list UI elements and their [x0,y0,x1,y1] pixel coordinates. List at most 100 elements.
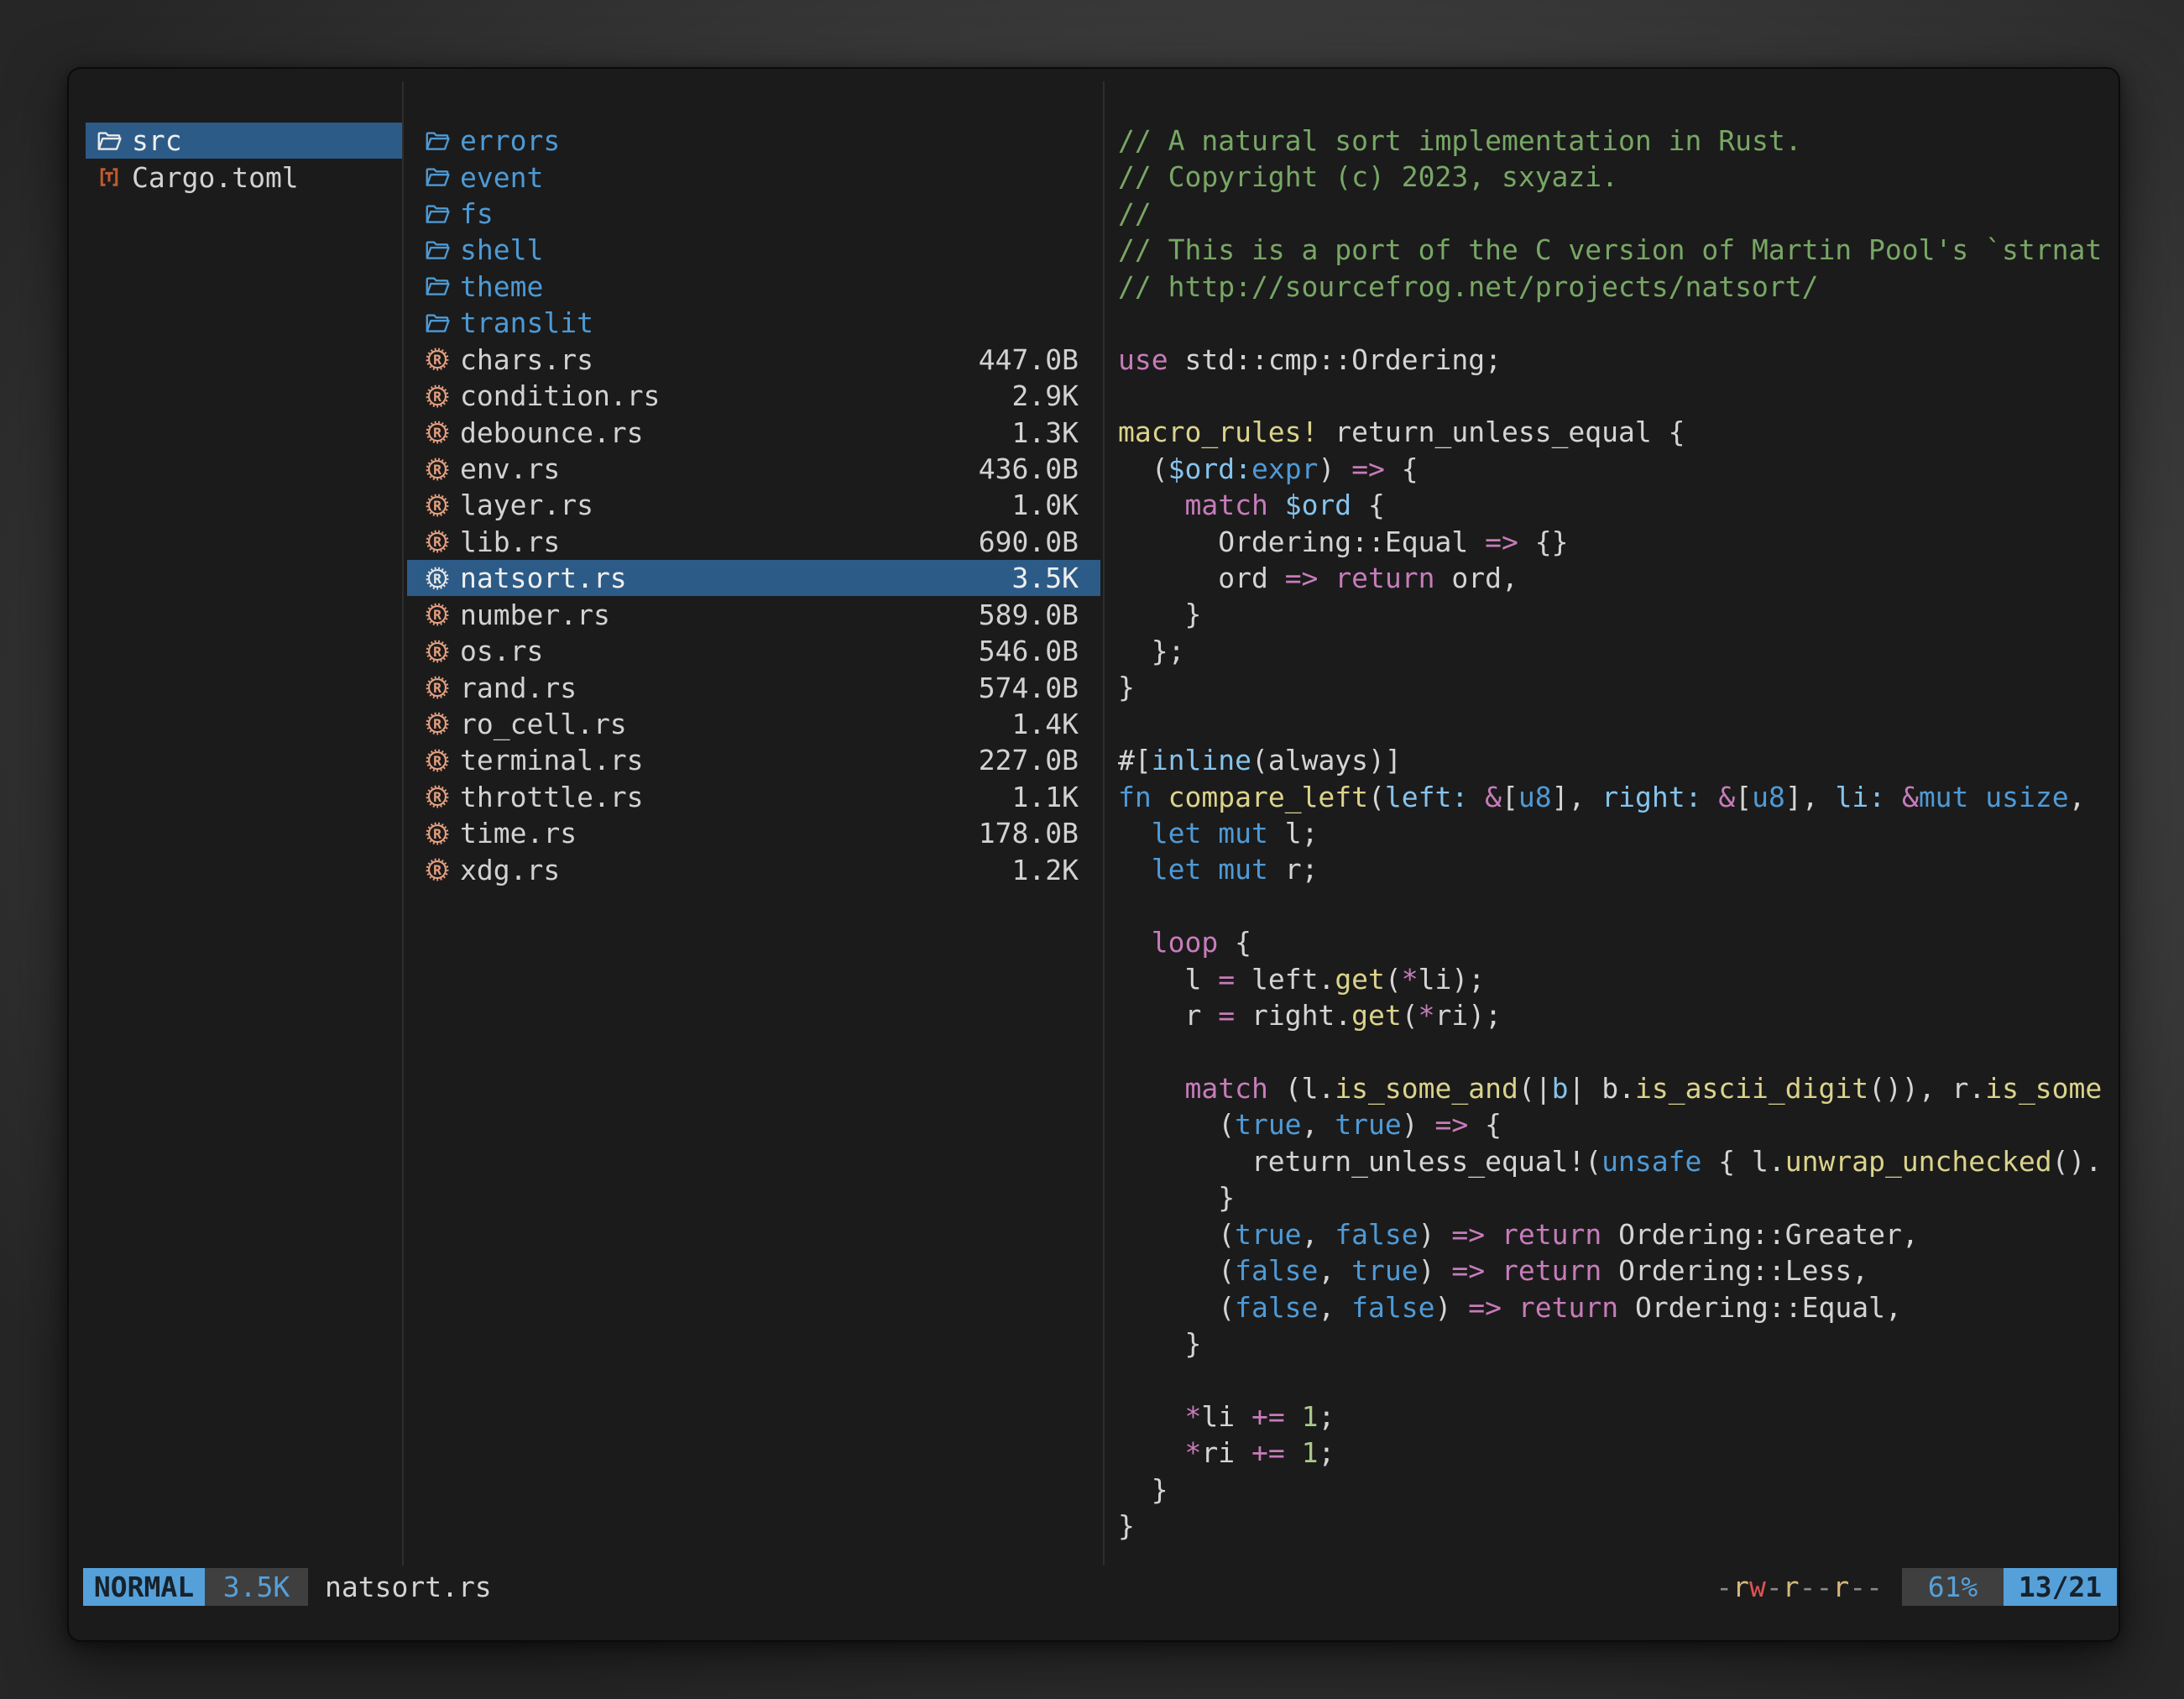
code-line: // http://sourcefrog.net/projects/natsor… [1118,269,2109,305]
file-row-natsort.rs[interactable]: Rnatsort.rs3.5K [407,560,1100,596]
svg-text:R: R [433,352,442,368]
code-line: // Copyright (c) 2023, sxyazi. [1118,159,2109,195]
file-row-debounce.rs[interactable]: Rdebounce.rs 1.3K [407,414,1100,450]
file-name: lib.rs [460,525,969,558]
code-line: let mut r; [1118,851,2109,887]
code-line: }; [1118,633,2109,669]
rust-file-icon: R [425,639,450,664]
file-row-Cargo.toml[interactable]: Cargo.toml [86,159,403,195]
file-row-env.rs[interactable]: Renv.rs 436.0B [407,451,1100,487]
rust-file-icon: R [425,457,450,482]
code-line [1118,1362,2109,1398]
code-line: } [1118,1472,2109,1508]
code-line: (false, true) => return Ordering::Less, [1118,1252,2109,1289]
code-line: loop { [1118,924,2109,960]
folder-open-icon [425,238,450,263]
code-line: match $ord { [1118,487,2109,523]
svg-text:R: R [433,498,442,514]
file-name: theme [460,270,1079,303]
file-size: 227.0B [979,744,1079,776]
file-row-os.rs[interactable]: Ros.rs546.0B [407,633,1100,669]
svg-text:R: R [433,425,442,441]
file-size: 447.0B [979,343,1079,376]
mode-indicator: NORMAL [83,1568,205,1606]
file-row-chars.rs[interactable]: Rchars.rs 447.0B [407,342,1100,378]
file-name: os.rs [460,635,969,667]
rust-file-icon: R [425,529,450,554]
code-line: fn compare_left(left: &[u8], right: &[u8… [1118,779,2109,815]
scroll-percent-chip: 61% [1902,1568,2004,1606]
file-name: chars.rs [460,343,969,376]
file-name: shell [460,233,1079,266]
parent-pane: srcCargo.toml [86,123,403,196]
code-line: use std::cmp::Ordering; [1118,342,2109,378]
status-filename: natsort.rs [325,1568,492,1606]
code-line: ord => return ord, [1118,560,2109,596]
file-row-src[interactable]: src [86,123,403,159]
svg-text:R: R [433,862,442,878]
code-line [1118,706,2109,742]
file-row-throttle.rs[interactable]: Rthrottle.rs1.1K [407,779,1100,815]
rust-file-icon: R [425,347,450,372]
file-size: 2.9K [1012,379,1079,412]
svg-text:R: R [433,825,442,841]
code-line: // [1118,196,2109,232]
code-line: let mut l; [1118,815,2109,851]
file-row-rand.rs[interactable]: Rrand.rs574.0B [407,669,1100,705]
file-row-condition.rs[interactable]: Rcondition.rs2.9K [407,378,1100,414]
code-line: macro_rules! return_unless_equal { [1118,414,2109,450]
svg-text:R: R [433,388,442,404]
code-line [1118,888,2109,924]
file-row-shell[interactable]: shell [407,232,1100,268]
file-name: debounce.rs [460,416,1002,449]
file-name: fs [460,197,1079,230]
code-line: *ri += 1; [1118,1435,2109,1471]
code-line: } [1118,596,2109,632]
svg-text:R: R [433,680,442,696]
file-size: 1.4K [1012,708,1079,740]
file-size: 690.0B [979,525,1079,558]
file-size: 436.0B [979,452,1079,485]
file-size: 1.3K [1012,416,1079,449]
file-name: time.rs [460,817,969,850]
code-line: } [1118,1179,2109,1215]
file-name: throttle.rs [460,781,1002,813]
file-row-layer.rs[interactable]: Rlayer.rs1.0K [407,487,1100,523]
file-name: env.rs [460,452,969,485]
rust-file-icon: R [425,821,450,846]
svg-text:R: R [433,643,442,659]
file-size: 1.2K [1012,854,1079,886]
code-line: return_unless_equal!(unsafe { l.unwrap_u… [1118,1143,2109,1179]
file-name: event [460,161,1079,194]
rust-file-icon: R [425,384,450,409]
folder-open-icon [425,165,450,190]
code-line: r = right.get(*ri); [1118,997,2109,1033]
svg-text:R: R [433,716,442,732]
file-row-theme[interactable]: theme [407,269,1100,305]
file-row-lib.rs[interactable]: Rlib.rs 690.0B [407,524,1100,560]
folder-open-icon [97,128,122,154]
cursor-position-chip: 13/21 [2004,1568,2117,1606]
file-row-time.rs[interactable]: Rtime.rs 178.0B [407,815,1100,851]
svg-text:R: R [433,789,442,805]
file-row-number.rs[interactable]: Rnumber.rs589.0B [407,596,1100,632]
code-line: // This is a port of the C version of Ma… [1118,232,2109,268]
file-row-terminal.rs[interactable]: Rterminal.rs227.0B [407,742,1100,778]
svg-text:R: R [433,461,442,477]
file-row-errors[interactable]: errors [407,123,1100,159]
file-row-translit[interactable]: translit [407,305,1100,341]
code-line [1118,378,2109,414]
file-name: layer.rs [460,489,1002,521]
code-line: } [1118,669,2109,705]
file-row-event[interactable]: event [407,159,1100,195]
code-line: } [1118,1325,2109,1362]
file-size: 178.0B [979,817,1079,850]
file-permissions: -rw-r--r-- [1716,1568,1883,1606]
file-row-ro_cell.rs[interactable]: Rro_cell.rs1.4K [407,706,1100,742]
folder-open-icon [425,311,450,336]
code-line: Ordering::Equal => {} [1118,524,2109,560]
file-row-xdg.rs[interactable]: Rxdg.rs1.2K [407,851,1100,887]
svg-text:R: R [433,753,442,769]
file-row-fs[interactable]: fs [407,196,1100,232]
svg-text:R: R [433,534,442,550]
